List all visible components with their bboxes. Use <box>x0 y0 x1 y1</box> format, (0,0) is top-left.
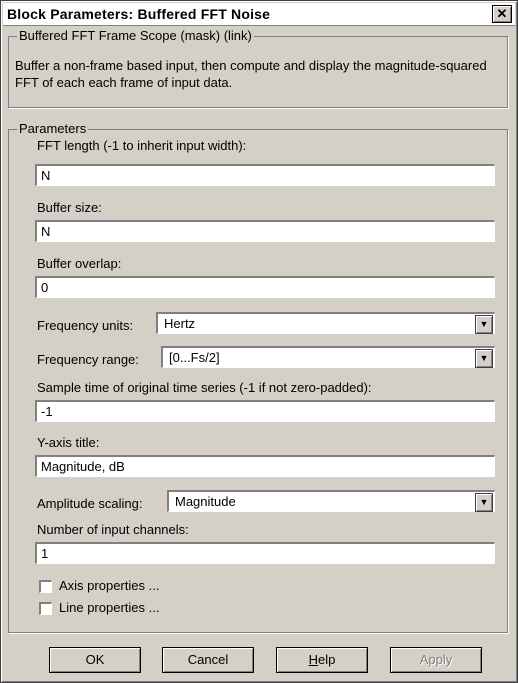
title-bar[interactable]: Block Parameters: Buffered FFT Noise ✕ <box>3 3 515 26</box>
amplitude-scaling-label: Amplitude scaling: <box>37 496 143 511</box>
mask-legend: Buffered FFT Frame Scope (mask) (link) <box>17 28 254 43</box>
amplitude-scaling-value: Magnitude <box>175 494 236 509</box>
frequency-units-dropdown[interactable]: Hertz ▼ <box>156 312 495 334</box>
frequency-units-label: Frequency units: <box>37 318 134 333</box>
chevron-down-icon[interactable]: ▼ <box>475 315 493 334</box>
help-mnemonic: H <box>308 652 319 667</box>
frequency-range-dropdown[interactable]: [0...Fs/2] ▼ <box>161 346 495 368</box>
parameters-legend: Parameters <box>17 121 89 136</box>
frequency-units-value: Hertz <box>164 316 196 331</box>
frequency-range-label: Frequency range: <box>37 352 139 367</box>
buffer-size-label: Buffer size: <box>37 200 102 215</box>
line-properties-checkbox[interactable] <box>39 602 52 615</box>
y-axis-title-field[interactable] <box>35 455 495 477</box>
fft-length-field[interactable] <box>35 164 495 186</box>
close-icon: ✕ <box>496 6 508 21</box>
y-axis-title-label: Y-axis title: <box>37 435 100 450</box>
buffer-overlap-label: Buffer overlap: <box>37 256 122 271</box>
line-properties-label[interactable]: Line properties ... <box>59 600 159 615</box>
fft-length-label: FFT length (-1 to inherit input width): <box>37 138 247 153</box>
amplitude-scaling-dropdown[interactable]: Magnitude ▼ <box>167 490 495 512</box>
apply-button: Apply <box>390 647 482 673</box>
ok-button[interactable]: OK <box>49 647 141 673</box>
chevron-down-icon[interactable]: ▼ <box>475 493 493 512</box>
sample-time-field[interactable] <box>35 400 495 422</box>
frequency-range-value: [0...Fs/2] <box>169 350 220 365</box>
axis-properties-label[interactable]: Axis properties ... <box>59 578 159 593</box>
help-button[interactable]: Help <box>276 647 368 673</box>
num-channels-label: Number of input channels: <box>37 522 189 537</box>
window-title: Block Parameters: Buffered FFT Noise <box>7 6 271 22</box>
parameters-group: Parameters FFT length (-1 to inherit inp… <box>8 121 508 633</box>
mask-description-group: Buffered FFT Frame Scope (mask) (link) B… <box>8 28 508 108</box>
buffer-overlap-field[interactable] <box>35 276 495 298</box>
close-button[interactable]: ✕ <box>492 5 512 23</box>
chevron-down-icon[interactable]: ▼ <box>475 349 493 368</box>
dialog-window: Block Parameters: Buffered FFT Noise ✕ B… <box>0 0 518 683</box>
buffer-size-field[interactable] <box>35 220 495 242</box>
mask-description: Buffer a non-frame based input, then com… <box>15 58 487 90</box>
help-label: elp <box>318 652 336 667</box>
cancel-button[interactable]: Cancel <box>162 647 254 673</box>
num-channels-field[interactable] <box>35 542 495 564</box>
axis-properties-checkbox[interactable] <box>39 580 52 593</box>
sample-time-label: Sample time of original time series (-1 … <box>37 380 372 395</box>
